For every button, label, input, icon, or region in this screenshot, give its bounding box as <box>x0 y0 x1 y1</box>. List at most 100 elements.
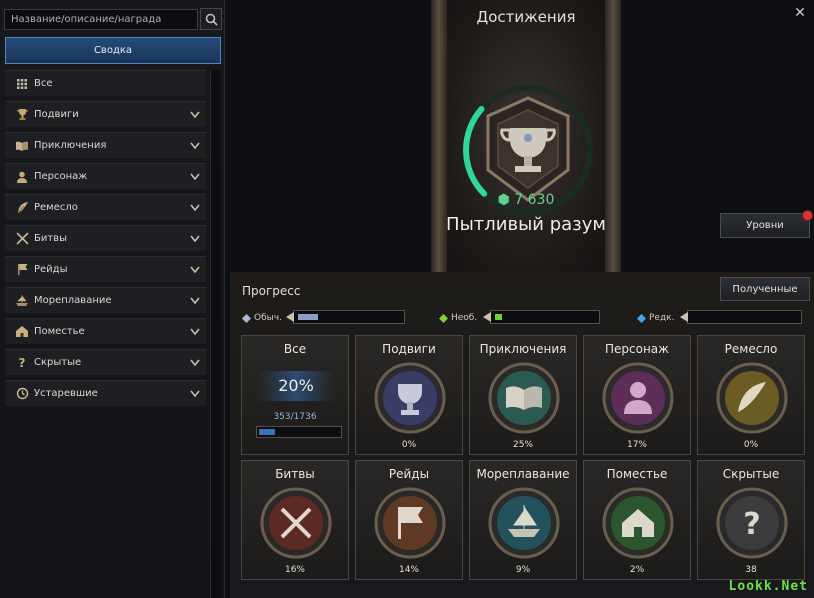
estate-icon <box>15 325 29 339</box>
card-percent: 25% <box>512 440 533 450</box>
chevron-down-icon <box>190 142 200 150</box>
card-all-progress-fill <box>259 429 275 435</box>
chevron-down-icon <box>190 359 200 367</box>
category-card-raids[interactable]: Рейды 14% <box>355 460 463 580</box>
rarity-label: Обыч. <box>254 313 282 323</box>
book-icon <box>488 362 560 434</box>
category-card-feats[interactable]: Подвиги 0% <box>355 335 463 455</box>
search-icon <box>205 13 218 26</box>
rare-gem-icon <box>637 313 646 323</box>
card-title: Приключения <box>479 342 567 356</box>
category-card-estate[interactable]: Поместье 2% <box>583 460 691 580</box>
chevron-down-icon <box>190 235 200 243</box>
estate-icon <box>602 487 674 559</box>
card-percent: 38 <box>745 565 757 575</box>
card-percent: 14% <box>398 565 419 575</box>
common-gem-icon <box>242 313 251 323</box>
chevron-down-icon <box>190 297 200 305</box>
achievement-title: Пытливый разум <box>446 214 606 235</box>
chevron-down-icon <box>190 204 200 212</box>
rarity-rare-bar <box>680 310 802 324</box>
rarity-label: Необ. <box>451 313 478 323</box>
sidebar-item-label: Мореплавание <box>34 295 112 306</box>
summary-tab[interactable]: Сводка <box>5 37 221 64</box>
received-button-label: Полученные <box>732 283 798 295</box>
swords-icon <box>260 487 332 559</box>
category-card-craft[interactable]: Ремесло 0% <box>697 335 805 455</box>
summary-tab-label: Сводка <box>93 45 133 56</box>
card-all-progress-bar <box>256 426 342 438</box>
book-icon <box>15 139 29 153</box>
sidebar-item-battles[interactable]: Битвы <box>5 225 206 251</box>
sidebar-item-raids[interactable]: Рейды <box>5 256 206 282</box>
chevron-down-icon <box>190 173 200 181</box>
sidebar-item-label: Поместье <box>34 326 85 337</box>
chevron-down-icon <box>190 328 200 336</box>
card-title: Персонаж <box>605 342 669 356</box>
sidebar-item-label: Все <box>34 78 53 89</box>
page-title: Достижения <box>476 8 576 26</box>
person-icon <box>602 362 674 434</box>
sidebar-item-label: Рейды <box>34 264 68 275</box>
uncommon-gem-icon <box>439 313 448 323</box>
card-percent: 20% <box>258 371 334 401</box>
person-icon <box>15 170 29 184</box>
chevron-down-icon <box>190 266 200 274</box>
flag-icon <box>374 487 446 559</box>
sidebar-item-obsolete[interactable]: Устаревшие <box>5 380 206 406</box>
card-percent: 0% <box>743 440 759 450</box>
category-card-character[interactable]: Персонаж 17% <box>583 335 691 455</box>
sidebar-item-label: Ремесло <box>34 202 78 213</box>
history-icon <box>15 387 29 401</box>
category-card-all[interactable]: Все 20% 353/1736 <box>241 335 349 455</box>
rarity-uncommon-bar <box>483 310 600 324</box>
rarity-common-fill <box>298 314 318 320</box>
card-title: Мореплавание <box>476 467 570 481</box>
sidebar-item-label: Подвиги <box>34 109 79 120</box>
grid-icon <box>15 77 29 91</box>
category-card-hidden[interactable]: Скрытые ? 38 <box>697 460 805 580</box>
bar-arrow-icon <box>483 312 491 322</box>
progress-ring <box>463 106 488 197</box>
levels-button[interactable]: Уровни <box>720 210 813 238</box>
card-title: Ремесло <box>724 342 778 356</box>
card-percent: 0% <box>401 440 417 450</box>
watermark-logo: Lookk.Net <box>728 579 808 594</box>
sidebar-item-label: Персонаж <box>34 171 88 182</box>
card-title: Подвиги <box>382 342 436 356</box>
progress-heading: Прогресс <box>242 284 301 298</box>
received-button[interactable]: Полученные <box>720 277 810 301</box>
sidebar-item-character[interactable]: Персонаж <box>5 163 206 189</box>
category-card-battles[interactable]: Битвы 16% <box>241 460 349 580</box>
search-input[interactable] <box>4 9 198 30</box>
points-gem-icon: ⬢ <box>497 192 510 208</box>
card-percent: 17% <box>626 440 647 450</box>
search-button[interactable] <box>200 8 222 30</box>
sidebar-item-hidden[interactable]: ? Скрытые <box>5 349 206 375</box>
category-card-adventures[interactable]: Приключения 25% <box>469 335 577 455</box>
swords-icon <box>15 232 29 246</box>
sidebar-item-label: Битвы <box>34 233 67 244</box>
rarity-uncommon-fill <box>495 314 502 320</box>
trophy-icon <box>374 362 446 434</box>
sidebar-item-sailing[interactable]: Мореплавание <box>5 287 206 313</box>
ship-icon <box>488 487 560 559</box>
ship-icon <box>15 294 29 308</box>
left-pillar <box>431 0 447 290</box>
sidebar-item-label: Скрытые <box>34 357 82 368</box>
card-percent: 9% <box>515 565 531 575</box>
sidebar-item-all[interactable]: Все <box>5 70 206 96</box>
notification-dot <box>802 210 813 221</box>
bar-arrow-icon <box>680 312 688 322</box>
close-icon[interactable]: ✕ <box>792 5 808 21</box>
sidebar-item-label: Устаревшие <box>34 388 98 399</box>
sidebar-item-estate[interactable]: Поместье <box>5 318 206 344</box>
sidebar-scrollbar[interactable] <box>210 70 221 598</box>
category-card-sailing[interactable]: Мореплавание 9% <box>469 460 577 580</box>
sidebar-item-feats[interactable]: Подвиги <box>5 101 206 127</box>
main-panel: Достижения ✕ ⬢ 7 630 Пытливый разум Уров… <box>225 0 814 598</box>
sidebar-item-craft[interactable]: Ремесло <box>5 194 206 220</box>
chevron-down-icon <box>190 390 200 398</box>
sidebar-item-adventures[interactable]: Приключения <box>5 132 206 158</box>
card-count: 353/1736 <box>273 412 317 422</box>
